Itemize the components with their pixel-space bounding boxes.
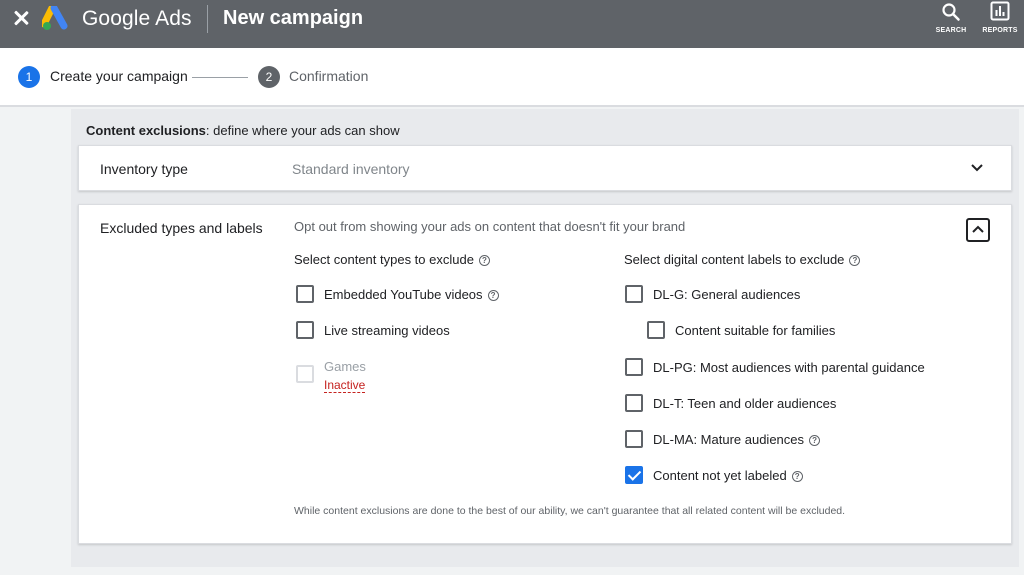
checkbox[interactable]: [625, 394, 643, 412]
help-icon[interactable]: ?: [791, 471, 803, 483]
checkbox[interactable]: [647, 321, 665, 339]
inventory-type-label: Inventory type: [100, 161, 188, 177]
option-games: Games Inactive: [296, 359, 416, 393]
excluded-types-description: Opt out from showing your ads on content…: [294, 219, 686, 234]
section-title-rest: : define where your ads can show: [205, 123, 400, 138]
option-dl-ma[interactable]: DL-MA: Mature audiences?: [625, 430, 865, 450]
option-live-streaming[interactable]: Live streaming videos: [296, 321, 496, 341]
option-dl-t[interactable]: DL-T: Teen and older audiences: [625, 394, 865, 414]
search-label: SEARCH: [935, 27, 967, 34]
checkbox[interactable]: [625, 358, 643, 376]
checkbox[interactable]: [625, 430, 643, 448]
checkbox[interactable]: [625, 285, 643, 303]
content-types-heading-text: Select content types to exclude: [294, 252, 474, 267]
option-label: Games: [324, 359, 366, 374]
title-divider: [207, 5, 208, 33]
option-label-text: Content not yet labeled: [653, 468, 787, 483]
checkbox[interactable]: [296, 321, 314, 339]
option-label-text: Embedded YouTube videos: [324, 287, 483, 302]
step-1-label[interactable]: Create your campaign: [50, 68, 188, 84]
checkbox[interactable]: [296, 285, 314, 303]
help-icon[interactable]: ?: [487, 290, 499, 302]
page-title: New campaign: [223, 7, 364, 29]
option-label: DL-G: General audiences: [653, 287, 801, 302]
content-labels-heading: Select digital content labels to exclude…: [624, 252, 861, 267]
option-label: Embedded YouTube videos?: [324, 287, 499, 302]
option-label: Content suitable for families: [675, 323, 836, 338]
reports-icon: [990, 1, 1010, 21]
campaign-stepper: 1 Create your campaign 2 Confirmation: [0, 48, 1024, 107]
search-button[interactable]: SEARCH: [929, 0, 973, 40]
chevron-down-icon[interactable]: [970, 163, 984, 173]
option-label: DL-T: Teen and older audiences: [653, 396, 837, 411]
content-labels-heading-text: Select digital content labels to exclude: [624, 252, 845, 267]
step-2-label[interactable]: Confirmation: [289, 68, 368, 84]
option-label: DL-PG: Most audiences with parental guid…: [653, 360, 925, 375]
inventory-type-value: Standard inventory: [292, 161, 410, 177]
step-2-number[interactable]: 2: [258, 66, 280, 88]
help-icon[interactable]: ?: [849, 255, 861, 267]
checkbox-checked[interactable]: [625, 466, 643, 484]
option-label: Content not yet labeled?: [653, 468, 803, 483]
option-dl-pg[interactable]: DL-PG: Most audiences with parental guid…: [625, 358, 955, 378]
search-icon: [942, 3, 960, 21]
disclaimer-text: While content exclusions are done to the…: [294, 505, 846, 517]
close-icon[interactable]: [10, 7, 32, 29]
option-not-yet-labeled[interactable]: Content not yet labeled?: [625, 466, 865, 486]
option-suitable-for-families[interactable]: Content suitable for families: [647, 321, 887, 341]
help-icon[interactable]: ?: [809, 435, 821, 447]
option-label: DL-MA: Mature audiences?: [653, 432, 821, 447]
step-connector: [192, 77, 248, 78]
chevron-up-icon: [972, 225, 984, 233]
reports-button[interactable]: REPORTS: [978, 0, 1022, 40]
help-icon[interactable]: ?: [478, 255, 490, 267]
brand-name: Google Ads: [82, 7, 192, 30]
option-dl-g[interactable]: DL-G: General audiences: [625, 285, 865, 305]
step-1-number[interactable]: 1: [18, 66, 40, 88]
option-label-text: DL-MA: Mature audiences: [653, 432, 805, 447]
section-title-bold: Content exclusions: [86, 123, 206, 138]
excluded-types-card: Excluded types and labels Opt out from s…: [78, 204, 1012, 544]
collapse-button[interactable]: [966, 218, 990, 242]
reports-label: REPORTS: [982, 27, 1018, 34]
option-embedded-youtube[interactable]: Embedded YouTube videos?: [296, 285, 536, 305]
section-title: Content exclusions: define where your ad…: [86, 123, 400, 138]
checkbox-disabled: [296, 365, 314, 383]
google-ads-logo: [42, 6, 68, 30]
content-types-heading: Select content types to exclude?: [294, 252, 490, 267]
option-label: Live streaming videos: [324, 323, 450, 338]
inactive-status-link[interactable]: Inactive: [324, 378, 366, 393]
top-app-bar: Google Ads New campaign SEARCH REPORTS: [0, 0, 1024, 48]
inventory-type-row[interactable]: Inventory type Standard inventory: [78, 145, 1012, 191]
excluded-types-label: Excluded types and labels: [100, 220, 263, 236]
